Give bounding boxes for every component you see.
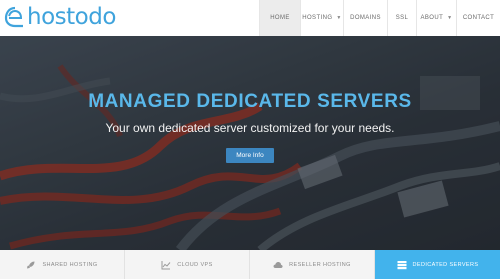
tab-label: CLOUD VPS bbox=[177, 261, 213, 268]
tab-dedicated-servers[interactable]: DEDICATED SERVERS bbox=[375, 250, 500, 279]
nav-item-home[interactable]: HOME bbox=[259, 0, 300, 36]
nav-item-ssl[interactable]: SSL bbox=[387, 0, 416, 36]
brand-logo[interactable]: hostodo bbox=[4, 4, 116, 30]
nav-item-label: DOMAINS bbox=[350, 15, 381, 21]
nav-item-label: SSL bbox=[395, 15, 409, 21]
hero-overlay bbox=[0, 36, 500, 250]
tab-reseller-hosting[interactable]: RESELLER HOSTING bbox=[250, 250, 375, 279]
nav-item-label: ABOUT bbox=[420, 15, 444, 21]
nav-item-domains[interactable]: DOMAINS bbox=[343, 0, 387, 36]
hero-subtitle: Your own dedicated server customized for… bbox=[105, 121, 395, 135]
hero-title: MANAGED DEDICATED SERVERS bbox=[88, 91, 412, 112]
hero-banner: MANAGED DEDICATED SERVERS Your own dedic… bbox=[0, 36, 500, 250]
nav-item-about[interactable]: ABOUT ▼ bbox=[416, 0, 456, 36]
caret-down-icon: ▼ bbox=[336, 15, 342, 21]
product-tabs: SHARED HOSTING CLOUD VPS RESELLER HOSTIN… bbox=[0, 250, 500, 279]
chart-line-icon bbox=[161, 260, 171, 269]
tab-label: RESELLER HOSTING bbox=[289, 261, 351, 268]
site-header: hostodo HOME HOSTING ▼ DOMAINS SSL ABOUT… bbox=[0, 0, 500, 36]
tab-cloud-vps[interactable]: CLOUD VPS bbox=[125, 250, 250, 279]
more-info-button[interactable]: More Info bbox=[226, 148, 274, 163]
nav-item-label: HOSTING bbox=[302, 15, 333, 21]
nav-item-label: CONTACT bbox=[462, 15, 495, 21]
brand-name: hostodo bbox=[27, 4, 116, 30]
tab-label: DEDICATED SERVERS bbox=[412, 261, 479, 268]
nav-item-hosting[interactable]: HOSTING ▼ bbox=[300, 0, 343, 36]
logo-mark-icon bbox=[4, 6, 23, 28]
server-icon bbox=[397, 260, 407, 269]
caret-down-icon: ▼ bbox=[447, 15, 453, 21]
tab-label: SHARED HOSTING bbox=[42, 261, 98, 268]
cloud-icon bbox=[273, 261, 283, 268]
main-nav: HOME HOSTING ▼ DOMAINS SSL ABOUT ▼ CONTA… bbox=[259, 0, 500, 36]
rocket-icon bbox=[27, 261, 35, 268]
nav-item-label: HOME bbox=[270, 15, 290, 21]
tab-shared-hosting[interactable]: SHARED HOSTING bbox=[0, 250, 125, 279]
nav-item-contact[interactable]: CONTACT bbox=[456, 0, 500, 36]
